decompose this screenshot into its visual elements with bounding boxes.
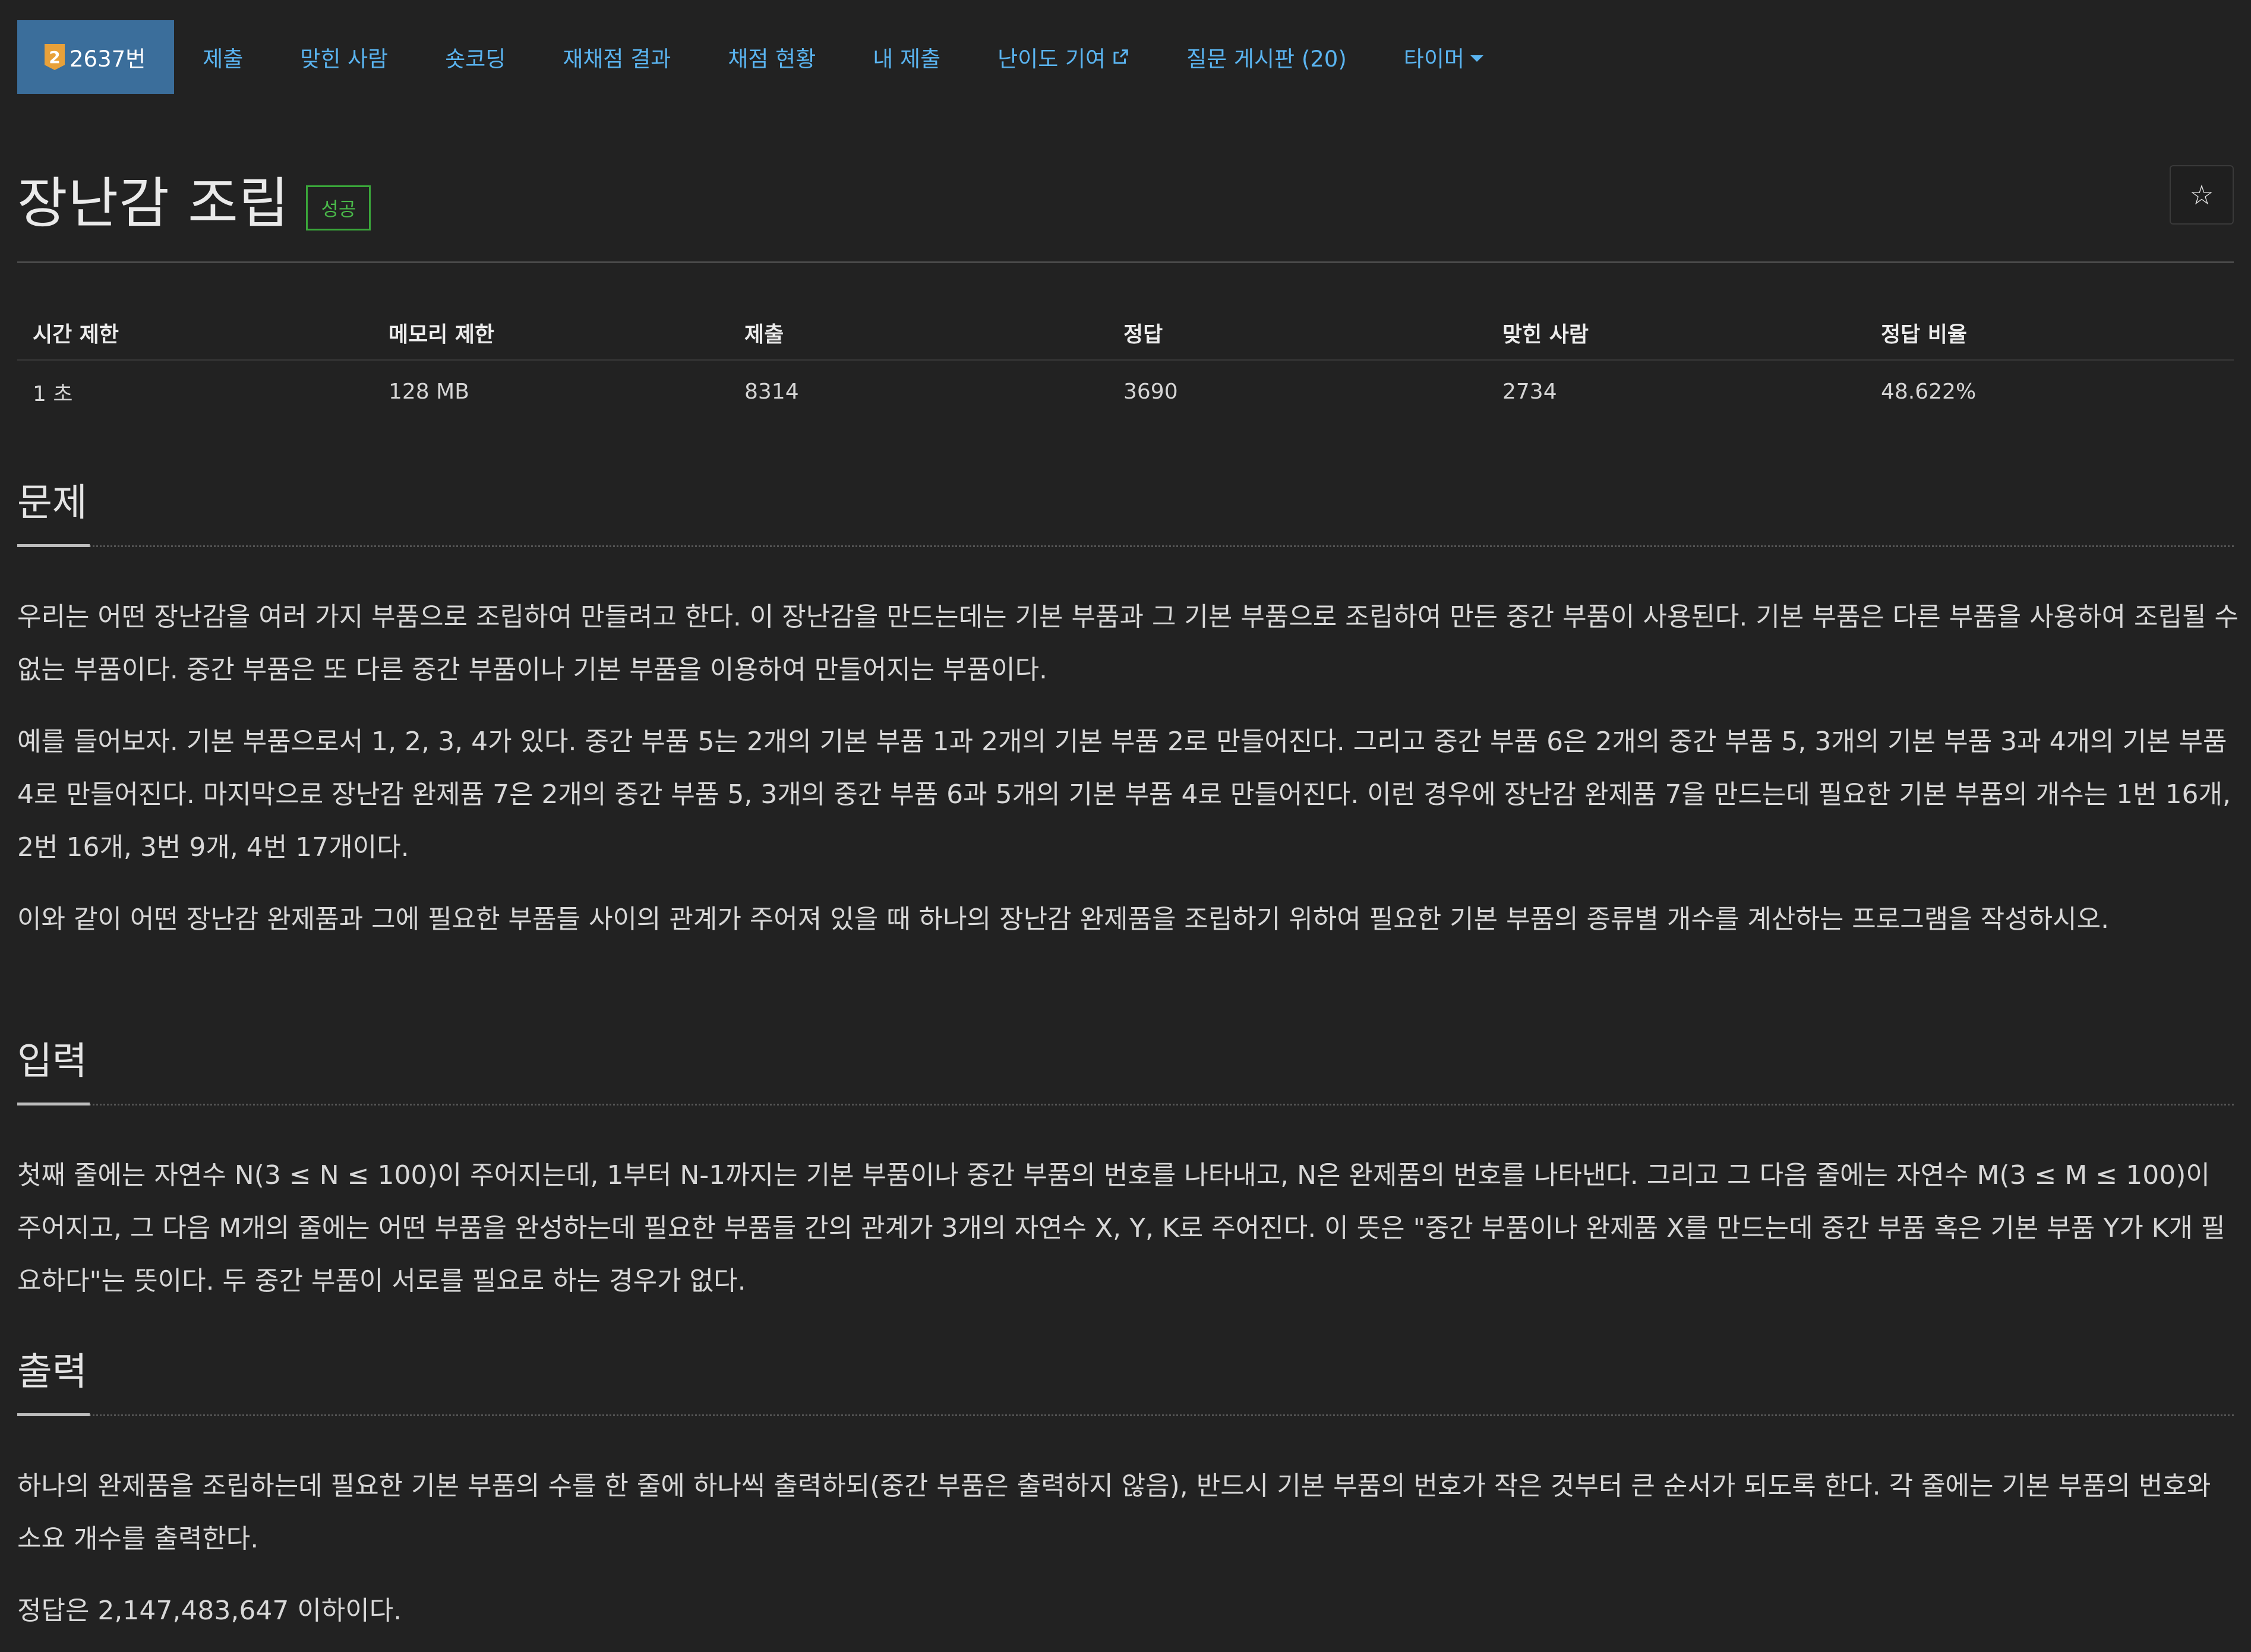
value-accepted: 3690: [1123, 380, 1178, 404]
value-time-limit: 1 초: [33, 381, 73, 406]
caret-down-icon: [1470, 55, 1483, 62]
section-title-problem: 문제: [17, 481, 87, 525]
header-memory-limit: 메모리 제한: [389, 323, 495, 347]
section-input-header: 입력: [17, 1040, 2234, 1105]
problem-page: 2 2637번 제출 맞힌 사람 숏코딩 재채점 결과 채점 현황 내 제출 난…: [0, 0, 2251, 1652]
header-accepted: 정답: [1123, 323, 1163, 347]
tab-difficulty-label: 난이도 기여: [997, 46, 1106, 72]
value-solvers: 2734: [1502, 380, 1557, 404]
problem-id-label: 2637번: [70, 46, 146, 72]
tier-badge-icon: 2: [45, 44, 65, 70]
tab-difficulty[interactable]: 난이도 기여: [969, 20, 1158, 94]
section-divider: [17, 545, 2234, 547]
section-divider: [17, 1414, 2234, 1416]
problem-paragraph-1: 우리는 어떤 장난감을 여러 가지 부품으로 조립하여 만들려고 한다. 이 장…: [17, 602, 2239, 685]
problem-nav: 2 2637번 제출 맞힌 사람 숏코딩 재채점 결과 채점 현황 내 제출 난…: [17, 20, 1512, 94]
tab-judge-status[interactable]: 채점 현황: [699, 20, 844, 94]
section-title-output: 출력: [17, 1350, 87, 1394]
output-paragraph-1: 하나의 완제품을 조립하는데 필요한 기본 부품의 수를 한 줄에 하나씩 출력…: [17, 1471, 2211, 1554]
info-value-row: 1 초 128 MB 8314 3690 2734 48.622%: [17, 361, 2234, 423]
title-divider: [17, 261, 2234, 263]
header-submissions: 제출: [744, 323, 784, 347]
section-divider: [17, 1104, 2234, 1105]
tab-my-submissions[interactable]: 내 제출: [844, 20, 969, 94]
value-accept-ratio: 48.622%: [1881, 380, 1977, 404]
favorite-star-button[interactable]: ☆: [2170, 165, 2234, 225]
tab-submit[interactable]: 제출: [174, 20, 271, 94]
external-link-icon: [1113, 49, 1128, 64]
value-memory-limit: 128 MB: [389, 380, 469, 404]
problem-paragraph-2: 예를 들어보자. 기본 부품으로서 1, 2, 3, 4가 있다. 중간 부품 …: [17, 726, 2231, 863]
section-underline: [17, 544, 90, 547]
section-title-input: 입력: [17, 1040, 87, 1084]
problem-paragraph-3: 이와 같이 어떤 장난감 완제품과 그에 필요한 부품들 사이의 관계가 주어져…: [17, 904, 2110, 934]
header-time-limit: 시간 제한: [33, 323, 119, 347]
title-row: 장난감 조립 성공: [17, 159, 371, 238]
tab-short-coding[interactable]: 숏코딩: [416, 20, 534, 94]
tab-solvers[interactable]: 맞힌 사람: [271, 20, 416, 94]
page-title: 장난감 조립: [17, 172, 290, 235]
timer-dropdown[interactable]: 타이머: [1375, 20, 1512, 94]
star-icon: ☆: [2189, 179, 2214, 211]
section-problem-header: 문제: [17, 481, 2234, 547]
header-solvers: 맞힌 사람: [1502, 323, 1589, 347]
status-badge: 성공: [306, 185, 371, 230]
value-submissions: 8314: [744, 380, 799, 404]
problem-info-table: 시간 제한 메모리 제한 제출 정답 맞힌 사람 정답 비율 1 초 128 M…: [17, 306, 2234, 423]
info-header-row: 시간 제한 메모리 제한 제출 정답 맞힌 사람 정답 비율: [17, 306, 2234, 361]
timer-label: 타이머: [1403, 46, 1464, 72]
tab-rejudge[interactable]: 재채점 결과: [534, 20, 699, 94]
section-underline: [17, 1413, 90, 1416]
output-paragraph-2: 정답은 2,147,483,647 이하이다.: [17, 1596, 402, 1626]
input-paragraph: 첫째 줄에는 자연수 N(3 ≤ N ≤ 100)이 주어지는데, 1부터 N-…: [17, 1160, 2225, 1296]
section-underline: [17, 1103, 90, 1105]
header-accept-ratio: 정답 비율: [1881, 323, 1968, 347]
tab-question-board[interactable]: 질문 게시판 (20): [1158, 20, 1375, 94]
tab-problem[interactable]: 2 2637번: [17, 20, 175, 94]
section-output-header: 출력: [17, 1350, 2234, 1416]
